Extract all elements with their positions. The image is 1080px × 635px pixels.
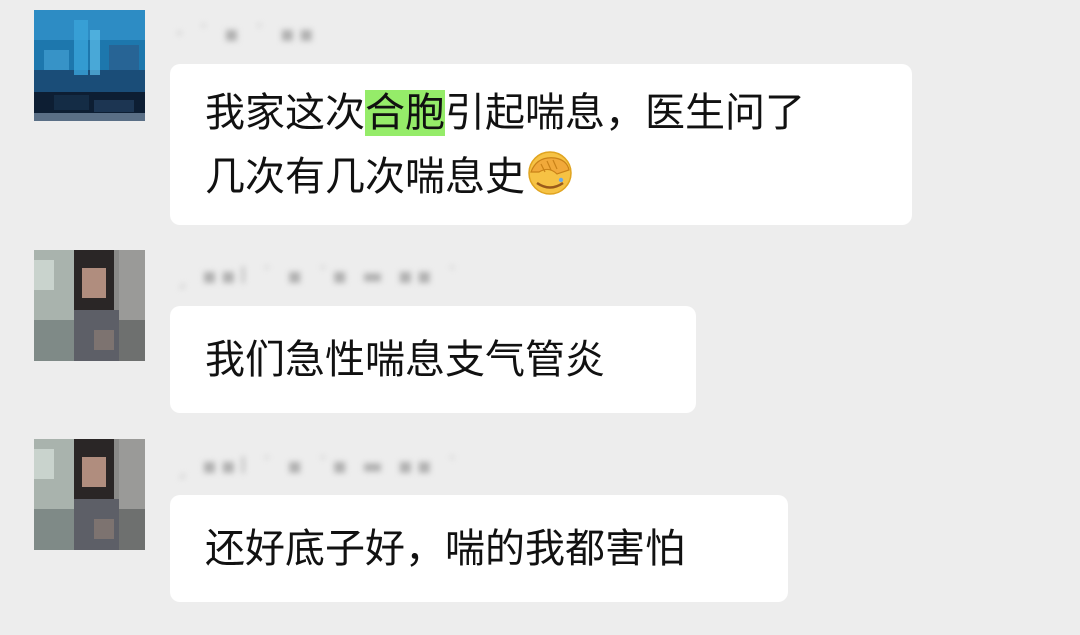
message-bubble[interactable]: 我们急性喘息支气管炎 (170, 306, 696, 413)
sender-name: · ˙ ▪ ˙ ▪▪ (176, 22, 318, 47)
message-text-line: 几次有几次喘息史 (205, 145, 877, 209)
avatar-image (34, 250, 145, 361)
message-text: 我们急性喘息支气管炎 (205, 337, 605, 383)
message-text: 还好底子好，喘的我都害怕 (205, 526, 685, 572)
message-text: 几次有几次喘息史 (205, 154, 525, 200)
highlighted-text[interactable]: 合胞 (365, 90, 445, 136)
message-bubble[interactable]: 我家这次合胞引起喘息，医生问了 几次有几次喘息史 (170, 64, 912, 225)
sender-name: ˏ ▪▪Ⅰ ˙ ▪ ˙▪ ▬ ▪▪ ˙ (176, 264, 462, 289)
avatar[interactable] (34, 250, 145, 361)
avatar-image (34, 439, 145, 550)
message-bubble[interactable]: 还好底子好，喘的我都害怕 (170, 495, 788, 602)
message-text: 引起喘息，医生问了 (445, 90, 805, 136)
facepalm-emoji-icon (528, 151, 572, 195)
sender-name: ˏ ▪▪Ⅰ ˙ ▪ ˙▪ ▬ ▪▪ ˙ (176, 454, 462, 479)
message-text-line: 我家这次合胞引起喘息，医生问了 (205, 81, 877, 145)
avatar[interactable] (34, 10, 145, 121)
avatar-image (34, 10, 145, 121)
avatar[interactable] (34, 439, 145, 550)
chat-view: · ˙ ▪ ˙ ▪▪ 我家这次合胞引起喘息，医生问了 几次有几次喘息史 ˏ ▪▪… (0, 0, 1080, 635)
message-text: 我家这次 (205, 90, 365, 136)
